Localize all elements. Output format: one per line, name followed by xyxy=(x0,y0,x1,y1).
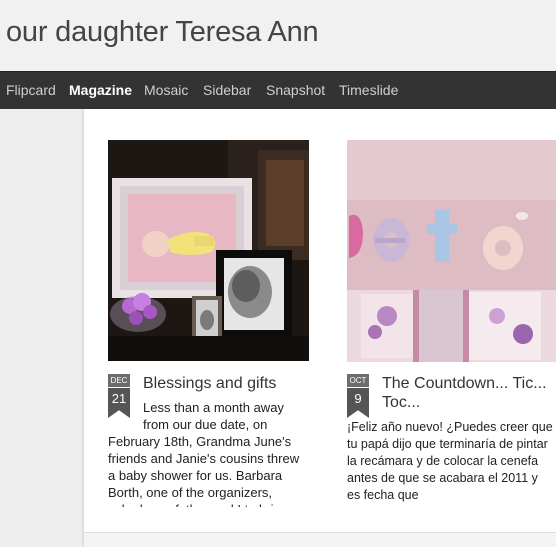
nav-item-snapshot[interactable]: Snapshot xyxy=(266,82,325,98)
date-day: 9 xyxy=(347,388,369,418)
post-title-2[interactable]: The Countdown... Tic... Toc... xyxy=(382,374,554,412)
post-thumbnail-2[interactable] xyxy=(347,140,556,362)
post-snippet-1-first: Less than a month away from our due date… xyxy=(143,400,284,432)
post-title-1[interactable]: Blessings and gifts xyxy=(143,374,303,393)
next-row-divider xyxy=(84,532,556,547)
view-nav-bar: Flipcard Magazine Mosaic Sidebar Snapsho… xyxy=(0,71,556,109)
post-snippet-1-rest: February 18th, Grandma June's friends an… xyxy=(108,434,300,507)
nav-item-mosaic[interactable]: Mosaic xyxy=(144,82,188,98)
nursery-letters-image xyxy=(347,140,556,362)
nav-item-flipcard[interactable]: Flipcard xyxy=(6,82,56,98)
post-snippet-1: Less than a month away from our due date… xyxy=(108,399,308,507)
blog-title[interactable]: our daughter Teresa Ann xyxy=(6,16,319,49)
nav-item-timeslide[interactable]: Timeslide xyxy=(339,82,398,98)
magazine-content: DEC 21 Blessings and gifts Less than a m… xyxy=(84,109,556,547)
nav-item-sidebar[interactable]: Sidebar xyxy=(203,82,251,98)
post-snippet-2: ¡Feliz año nuevo! ¿Puedes creer que tu p… xyxy=(347,420,553,502)
date-month: OCT xyxy=(347,374,369,387)
date-badge-2: OCT 9 xyxy=(347,374,369,418)
blog-header: our daughter Teresa Ann xyxy=(0,0,556,71)
baby-photos-image xyxy=(108,140,309,361)
date-month: DEC xyxy=(108,374,130,387)
left-gutter xyxy=(0,109,84,547)
nav-item-magazine[interactable]: Magazine xyxy=(69,82,132,98)
post-thumbnail-1[interactable] xyxy=(108,140,309,361)
